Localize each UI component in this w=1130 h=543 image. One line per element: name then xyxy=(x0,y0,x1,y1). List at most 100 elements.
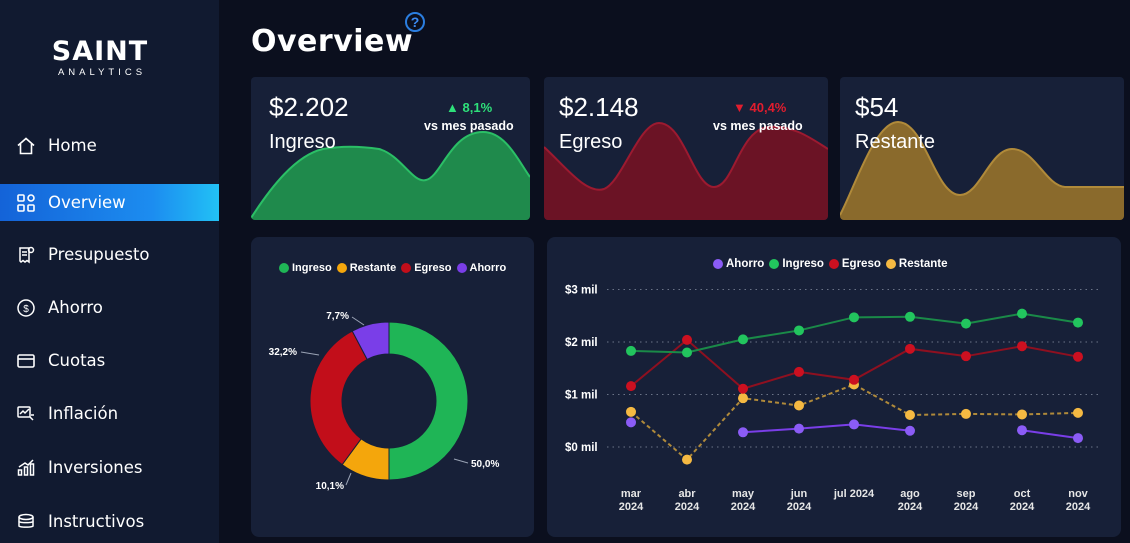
x-tick-label: 2024 xyxy=(731,501,756,513)
data-point-ingreso[interactable] xyxy=(794,325,804,336)
bar-chart-icon xyxy=(15,457,37,479)
x-tick-label: 2024 xyxy=(1066,501,1091,513)
arrow-down-icon: ▼ xyxy=(733,100,746,115)
data-point-ingreso[interactable] xyxy=(961,318,971,329)
x-tick-label: 2024 xyxy=(619,501,644,513)
kpi-card-egreso: $2.148 Egreso ▼ 40,4% vs mes pasado xyxy=(544,77,828,220)
kpi-note: vs mes pasado xyxy=(424,119,514,133)
page-title: Overview xyxy=(251,24,414,59)
nav-label: Presupuesto xyxy=(48,245,150,264)
data-point-restante[interactable] xyxy=(1073,407,1083,418)
x-tick-label: may xyxy=(732,488,755,500)
data-point-ingreso[interactable] xyxy=(626,345,636,356)
x-tick-label: 2024 xyxy=(898,501,923,513)
nav-label: Inversiones xyxy=(48,458,143,477)
nav-item-instructivos[interactable]: Instructivos xyxy=(0,503,219,540)
kpi-label: Ingreso xyxy=(269,131,336,153)
nav-label: Cuotas xyxy=(48,351,106,370)
nav-label: Ahorro xyxy=(48,298,103,317)
slice-leader-line xyxy=(300,351,320,356)
data-point-ahorro[interactable] xyxy=(905,425,915,436)
brand-logo[interactable]: SAINT ANALYTICS xyxy=(0,38,200,79)
series-line-ahorro xyxy=(1021,429,1079,440)
donut-slice-ingreso[interactable] xyxy=(388,321,469,481)
data-point-restante[interactable] xyxy=(1017,409,1027,420)
coin-icon: $ xyxy=(15,297,37,319)
data-point-egreso[interactable] xyxy=(626,381,636,392)
data-point-restante[interactable] xyxy=(905,409,915,420)
data-point-restante[interactable] xyxy=(961,408,971,419)
data-point-ingreso[interactable] xyxy=(738,334,748,345)
data-point-egreso[interactable] xyxy=(794,366,804,377)
x-tick-label: abr xyxy=(678,488,696,500)
data-point-restante[interactable] xyxy=(794,400,804,411)
data-point-egreso[interactable] xyxy=(682,334,692,345)
slice-label: 10,1% xyxy=(316,481,344,492)
slice-label: 32,2% xyxy=(269,347,297,358)
data-point-ahorro[interactable] xyxy=(1073,433,1083,444)
slice-label: 50,0% xyxy=(471,459,499,470)
x-tick-label: 2024 xyxy=(954,501,979,513)
kpi-label: Restante xyxy=(855,131,936,153)
data-point-restante[interactable] xyxy=(682,454,692,465)
x-tick-label: 2024 xyxy=(1010,501,1035,513)
data-point-ingreso[interactable] xyxy=(849,312,859,323)
nav-label: Instructivos xyxy=(48,512,145,531)
y-tick-label: $0 mil xyxy=(565,442,598,454)
kpi-change-up: ▲ 8,1% xyxy=(446,100,492,115)
data-point-egreso[interactable] xyxy=(1017,341,1027,352)
x-tick-label: 2024 xyxy=(787,501,812,513)
receipt-icon xyxy=(15,244,37,266)
series-line-ahorro xyxy=(742,423,911,434)
data-point-ingreso[interactable] xyxy=(1017,308,1027,319)
slice-leader-line xyxy=(453,458,469,464)
data-point-egreso[interactable] xyxy=(849,374,859,385)
slice-leader-line xyxy=(345,472,352,486)
trend-icon xyxy=(15,403,37,425)
x-tick-label: oct xyxy=(1014,488,1031,500)
kpi-card-restante: $54 Restante xyxy=(840,77,1124,220)
data-point-ingreso[interactable] xyxy=(1073,317,1083,328)
data-point-ahorro[interactable] xyxy=(1017,425,1027,436)
data-point-egreso[interactable] xyxy=(738,383,748,394)
data-point-ingreso[interactable] xyxy=(682,347,692,358)
kpi-card-ingreso: $2.202 Ingreso ▲ 8,1% vs mes pasado xyxy=(251,77,530,220)
kpi-change-down: ▼ 40,4% xyxy=(733,100,786,115)
nav-item-cuotas[interactable]: Cuotas xyxy=(0,342,219,379)
nav-item-overview[interactable]: Overview xyxy=(0,184,219,221)
nav-item-inflacion[interactable]: Inflación xyxy=(0,395,219,432)
nav-item-inversiones[interactable]: Inversiones xyxy=(0,449,219,486)
nav-item-home[interactable]: Home xyxy=(0,127,219,164)
x-tick-label: 2024 xyxy=(675,501,700,513)
data-point-egreso[interactable] xyxy=(905,343,915,354)
donut-chart: 50,0% 10,1% 32,2% 7,7% xyxy=(269,311,500,492)
help-icon[interactable]: ? xyxy=(405,12,425,32)
data-point-ingreso[interactable] xyxy=(905,311,915,322)
nav-item-presupuesto[interactable]: Presupuesto xyxy=(0,236,219,273)
data-point-restante[interactable] xyxy=(738,393,748,404)
data-point-ahorro[interactable] xyxy=(738,427,748,438)
x-tick-label: mar xyxy=(621,488,642,500)
donut-panel: Ingreso Restante Egreso Ahorro 50,0% 10,1… xyxy=(251,237,534,537)
kpi-value: $54 xyxy=(855,92,899,122)
kpi-change-value: 40,4% xyxy=(749,100,787,115)
nav-item-ahorro[interactable]: $ Ahorro xyxy=(0,289,219,326)
kpi-label: Egreso xyxy=(559,131,623,153)
slice-label: 7,7% xyxy=(326,311,349,322)
brand-tagline: ANALYTICS xyxy=(57,67,147,78)
data-point-ahorro[interactable] xyxy=(794,423,804,434)
kpi-value: $2.202 xyxy=(269,92,349,122)
svg-text:$: $ xyxy=(23,304,29,315)
nav-label: Inflación xyxy=(48,404,119,423)
arrow-up-icon: ▲ xyxy=(446,100,459,115)
data-point-egreso[interactable] xyxy=(961,351,971,362)
data-point-ahorro[interactable] xyxy=(849,419,859,430)
data-point-egreso[interactable] xyxy=(1073,351,1083,362)
x-tick-label: jun xyxy=(790,488,808,500)
data-point-restante[interactable] xyxy=(626,406,636,417)
data-point-ahorro[interactable] xyxy=(626,417,636,428)
y-tick-label: $3 mil xyxy=(565,285,598,297)
layers-icon xyxy=(15,511,37,533)
nav-label: Home xyxy=(48,136,97,155)
x-tick-label: jul 2024 xyxy=(833,488,875,500)
